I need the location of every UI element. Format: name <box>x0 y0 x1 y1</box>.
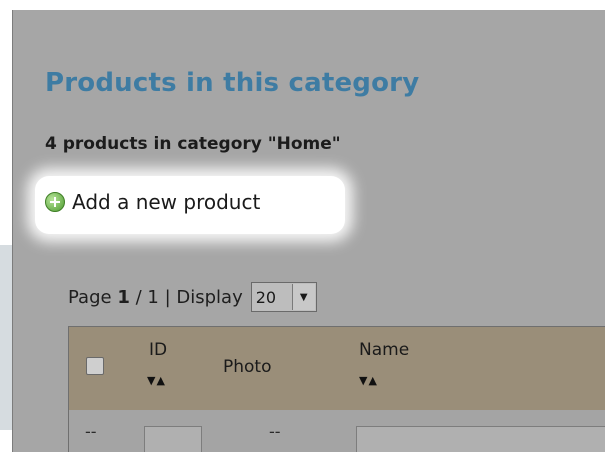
add-product-link[interactable]: Add a new product <box>45 190 260 214</box>
per-page-select[interactable]: 20 ▼ <box>250 282 317 312</box>
current-page: 1 <box>117 286 130 308</box>
product-count-text: 4 products in category "Home" <box>45 134 341 154</box>
filter-row: -- -- <box>68 410 605 452</box>
products-panel: Products in this category 4 products in … <box>13 10 605 452</box>
photo-filter-placeholder: -- <box>269 422 281 441</box>
page-word: Page <box>68 286 112 308</box>
id-filter-input[interactable] <box>144 426 202 452</box>
page-separator: / <box>135 286 142 308</box>
page-title: Products in this category <box>45 68 420 98</box>
add-product-label: Add a new product <box>72 190 261 214</box>
add-product-highlight: Add a new product <box>35 176 345 234</box>
name-filter-input[interactable] <box>356 426 605 452</box>
pagination-bar: Page 1 / 1 | Display 20 ▼ <box>68 282 317 312</box>
top-margin <box>0 0 605 10</box>
column-header-name: Name <box>359 340 410 360</box>
sort-id-icon[interactable]: ▼▲ <box>147 374 166 387</box>
total-pages: 1 <box>147 286 159 308</box>
filter-checkbox-placeholder: -- <box>85 422 97 441</box>
display-word: Display <box>176 286 243 308</box>
plus-circle-icon <box>45 192 65 212</box>
column-header-id: ID <box>149 340 168 360</box>
table-header: ID ▼▲ Photo Name ▼▲ <box>68 326 605 411</box>
pipe-separator: | <box>164 286 171 308</box>
column-header-photo: Photo <box>223 357 272 377</box>
per-page-value: 20 <box>255 287 277 307</box>
dropdown-arrow-icon: ▼ <box>291 284 315 310</box>
side-tab-strip <box>0 245 12 430</box>
select-all-checkbox[interactable] <box>86 357 104 375</box>
sort-name-icon[interactable]: ▼▲ <box>359 374 378 387</box>
